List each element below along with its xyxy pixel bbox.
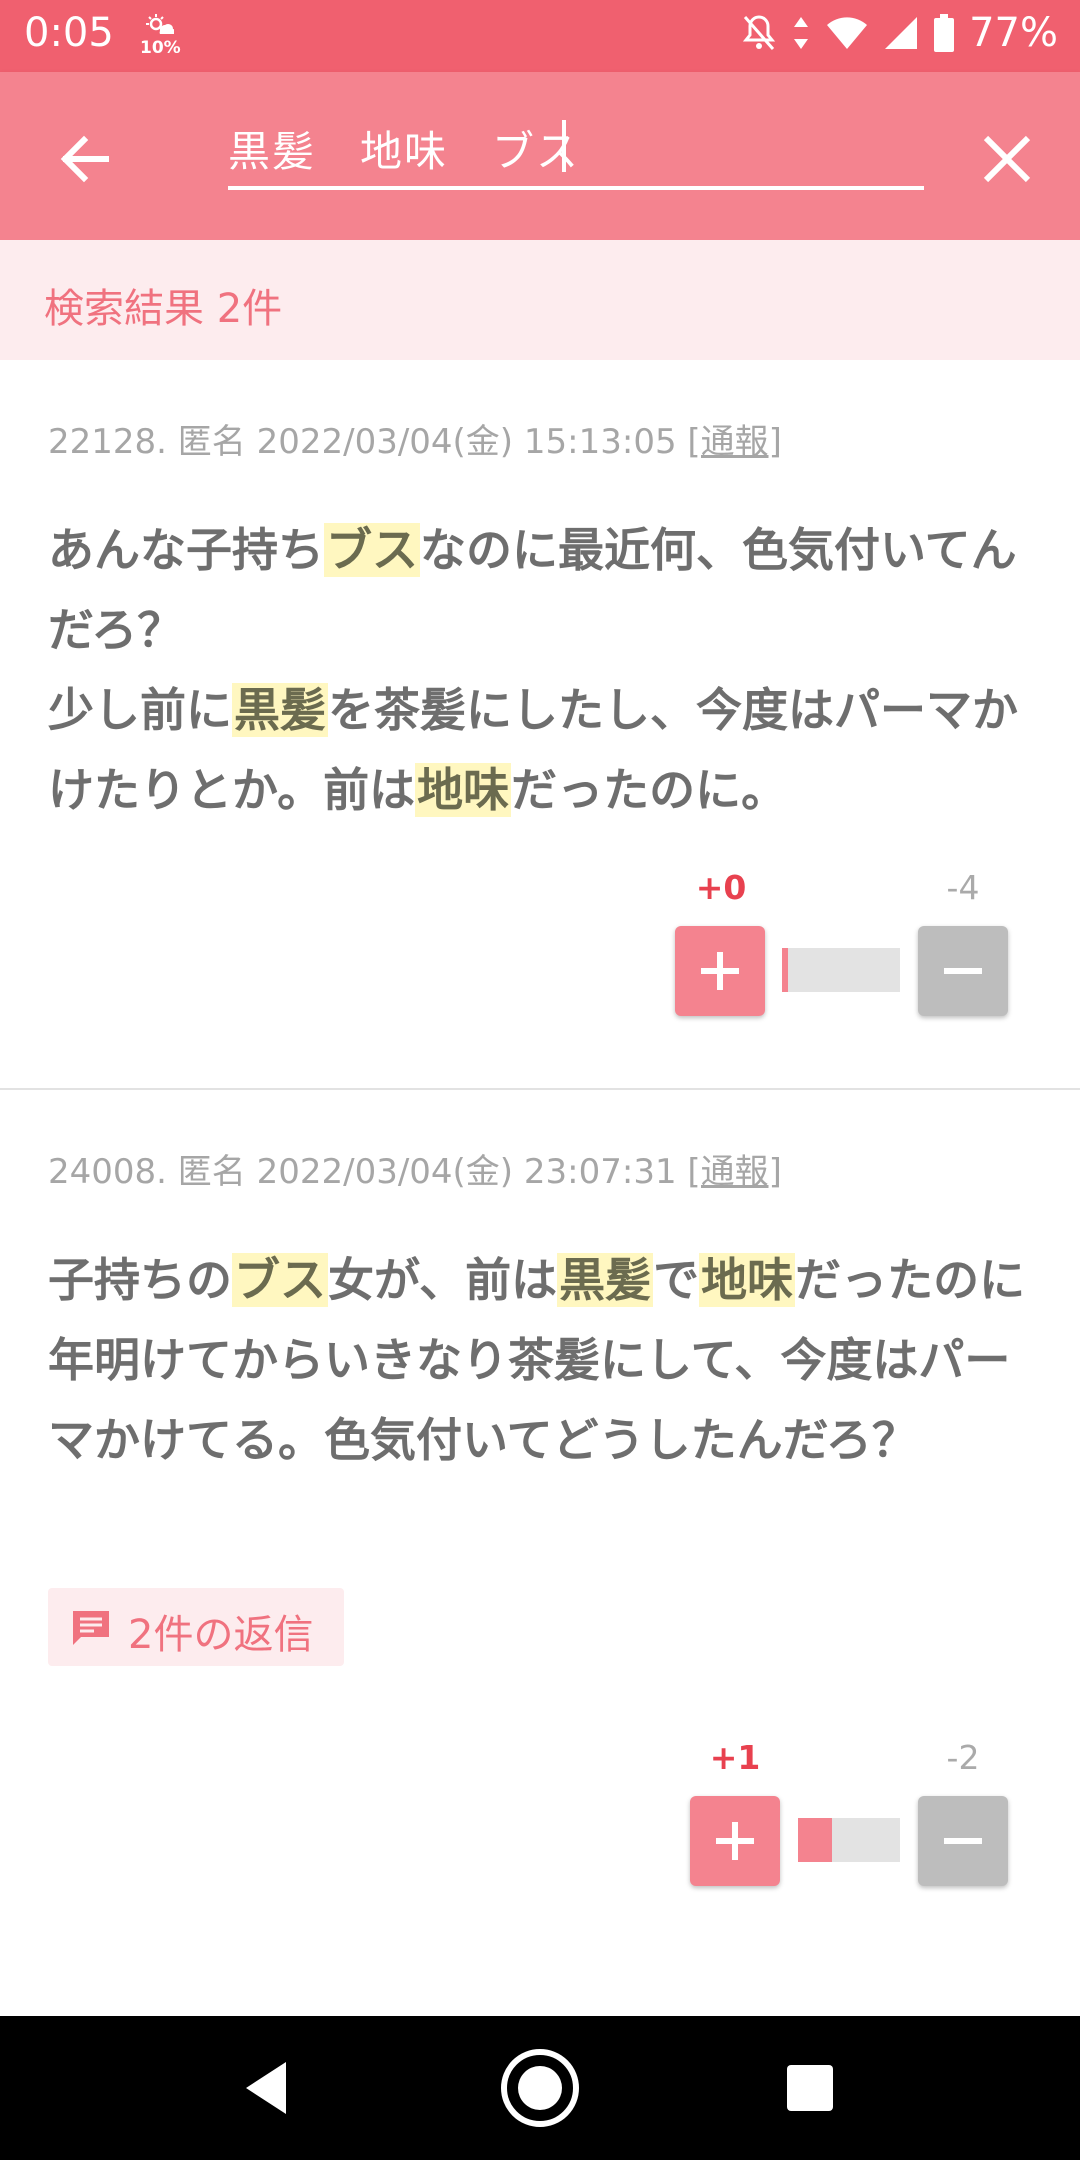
battery-percent: 77% [969, 10, 1058, 56]
minus-vote-count: -2 [946, 1738, 980, 1777]
plus-vote-count: +1 [709, 1738, 761, 1777]
plus-icon [716, 1822, 754, 1860]
vote-ratio-bar [798, 1818, 900, 1862]
minus-icon [944, 1838, 982, 1844]
status-time: 0:05 [24, 10, 114, 56]
reply-count-button[interactable]: 2件の返信 [48, 1588, 344, 1666]
post-text: 少し前に [48, 683, 232, 737]
recents-square-icon[interactable] [770, 2048, 850, 2128]
keyword-highlight: 黒髪 [557, 1253, 654, 1307]
minus-vote-count: -4 [946, 868, 980, 907]
minus-icon [944, 968, 982, 974]
plus-vote-button[interactable] [690, 1796, 780, 1886]
post-body: あんな子持ちブスなのに最近何、色気付いてんだろ？ 少し前に黒髪を茶髪にしたし、今度… [48, 510, 1028, 830]
keyword-highlight: ブス [324, 523, 420, 577]
post-text: 年明けてからいきなり茶髪にして、今度はパーマかけてる。色気付いてどうしたんだろ？ [48, 1333, 1011, 1467]
minus-vote-button[interactable] [918, 926, 1008, 1016]
post-meta-text: 24008. 匿名 2022/03/04(金) 23:07:31 [48, 1152, 688, 1192]
report-link[interactable]: [通報] [687, 1152, 782, 1192]
plus-vote-button[interactable] [675, 926, 765, 1016]
keyword-highlight: ブス [232, 1253, 328, 1307]
search-app-bar: 黒髪 地味 ブス [0, 72, 1080, 240]
back-triangle-icon[interactable] [228, 2048, 308, 2128]
status-bar: 0:05 10% 77% [0, 0, 1080, 72]
text-caret [562, 120, 566, 172]
post-meta: 24008. 匿名 2022/03/04(金) 23:07:31 [通報] [48, 1144, 782, 1193]
battery-icon [934, 14, 955, 52]
post-text: 子持ちの [48, 1253, 232, 1307]
sun-cloud-icon [146, 14, 174, 34]
vote-ratio-fill [782, 948, 788, 992]
minus-vote-button[interactable] [918, 1796, 1008, 1886]
plus-vote-count: +0 [695, 868, 747, 907]
cellular-icon [885, 17, 918, 49]
reply-count-label: 2件の返信 [128, 1612, 314, 1658]
vote-ratio-fill [798, 1818, 832, 1862]
keyword-highlight: 黒髪 [232, 683, 328, 737]
keyword-highlight: 地味 [415, 763, 512, 817]
arrow-left-icon[interactable] [50, 124, 120, 194]
keyword-highlight: 地味 [699, 1253, 796, 1307]
data-arrows-icon [794, 17, 809, 49]
plus-icon [701, 952, 739, 990]
system-nav-bar [0, 2016, 1080, 2160]
post-item: 22128. 匿名 2022/03/04(金) 15:13:05 [通報] あん… [0, 360, 1080, 1088]
post-meta: 22128. 匿名 2022/03/04(金) 15:13:05 [通報] [48, 414, 782, 463]
result-count-text: 検索結果 2件 [44, 286, 283, 332]
post-text: あんな子持ち [48, 523, 324, 577]
result-count-bar: 検索結果 2件 [0, 240, 1080, 360]
post-text: だったのに [795, 1253, 1026, 1307]
weather-indicator: 10% [140, 10, 186, 62]
post-body: 子持ちのブス女が、前は黒髪で地味だったのに年明けてからいきなり茶髪にして、今度は… [48, 1240, 1028, 1480]
report-link[interactable]: [通報] [687, 422, 782, 462]
post-meta-text: 22128. 匿名 2022/03/04(金) 15:13:05 [48, 422, 688, 462]
search-input[interactable]: 黒髪 地味 ブス [228, 112, 924, 188]
status-icons: 77% [741, 10, 1058, 56]
post-text: だったのに。 [511, 763, 788, 817]
comment-icon [73, 1611, 109, 1645]
weather-percent: 10% [140, 38, 181, 58]
mute-icon [742, 15, 776, 50]
post-text: で [653, 1253, 700, 1307]
wifi-icon [827, 17, 868, 49]
post-item: 24008. 匿名 2022/03/04(金) 23:07:31 [通報] 子持… [0, 1090, 1080, 1990]
home-circle-icon[interactable] [500, 2048, 580, 2128]
search-field[interactable]: 黒髪 地味 ブス [228, 112, 924, 190]
post-text: 女が、前は [328, 1253, 558, 1307]
close-icon[interactable] [972, 124, 1042, 194]
vote-ratio-bar [782, 948, 900, 992]
